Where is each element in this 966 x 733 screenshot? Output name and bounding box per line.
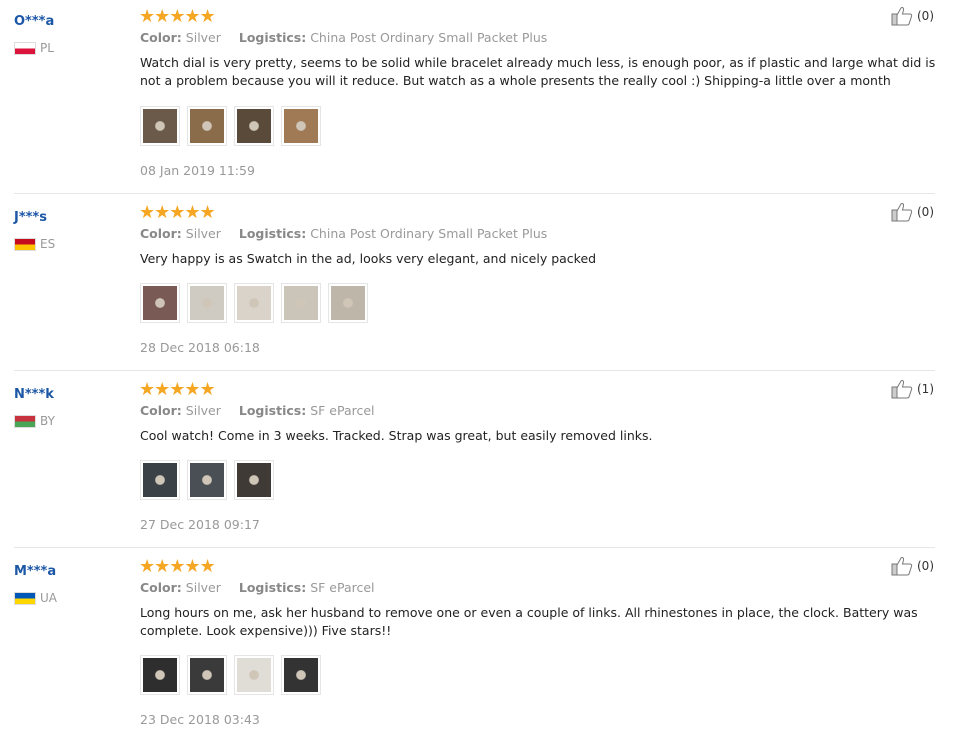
country-code: PL [40, 41, 54, 55]
photo-image [237, 463, 271, 497]
country-flag-icon [14, 237, 36, 251]
review-photo-thumbnail[interactable] [140, 106, 180, 146]
order-info: Color: Silver Logistics: SF eParcel [140, 580, 375, 595]
logistics-value: China Post Ordinary Small Packet Plus [310, 226, 548, 241]
photo-image [284, 109, 318, 143]
review-photos [140, 283, 375, 323]
star-rating: ★★★★★ [139, 6, 216, 27]
helpful-button[interactable]: (0) [891, 556, 934, 576]
review-text: Cool watch! Come in 3 weeks. Tracked. St… [140, 428, 653, 443]
country-code: BY [40, 414, 55, 428]
reviewer-name[interactable]: J***s [14, 210, 47, 225]
review-photo-thumbnail[interactable] [187, 106, 227, 146]
reviewer-country: PL [14, 41, 54, 55]
photo-image [284, 286, 318, 320]
review-photo-thumbnail[interactable] [234, 106, 274, 146]
photo-image [190, 463, 224, 497]
helpful-count: (0) [917, 205, 934, 219]
logistics-value: SF eParcel [310, 403, 375, 418]
color-label: Color: [140, 226, 182, 241]
logistics-label: Logistics: [238, 226, 307, 241]
review-photo-thumbnail[interactable] [234, 460, 274, 500]
photo-image [190, 658, 224, 692]
review-photo-thumbnail[interactable] [187, 655, 227, 695]
star-rating: ★★★★★ [139, 556, 216, 577]
review-date: 08 Jan 2019 11:59 [140, 163, 255, 178]
color-value: Silver [185, 226, 221, 241]
review-photo-thumbnail[interactable] [187, 460, 227, 500]
review-photos [140, 655, 328, 695]
reviewer-country: ES [14, 237, 55, 251]
review-date: 27 Dec 2018 09:17 [140, 517, 260, 532]
review-photo-thumbnail[interactable] [187, 283, 227, 323]
photo-image [284, 658, 318, 692]
review-photo-thumbnail[interactable] [140, 283, 180, 323]
reviewer-country: BY [14, 414, 55, 428]
thumbs-up-icon [891, 7, 913, 26]
photo-image [190, 286, 224, 320]
review-photo-thumbnail[interactable] [140, 460, 180, 500]
helpful-button[interactable]: (1) [891, 379, 934, 399]
photo-image [143, 286, 177, 320]
color-value: Silver [185, 403, 221, 418]
country-code: ES [40, 237, 56, 251]
review-divider [14, 193, 935, 194]
photo-image [237, 109, 271, 143]
review-text: Watch dial is very pretty, seems to be s… [140, 55, 936, 88]
logistics-label: Logistics: [238, 580, 307, 595]
country-code: UA [40, 591, 57, 605]
helpful-count: (1) [917, 382, 934, 396]
star-rating: ★★★★★ [139, 202, 216, 223]
order-info: Color: Silver Logistics: China Post Ordi… [140, 226, 547, 241]
review-divider [14, 370, 935, 371]
order-info: Color: Silver Logistics: China Post Ordi… [140, 30, 547, 45]
review-text: Very happy is as Swatch in the ad, looks… [140, 251, 597, 266]
reviewer-name[interactable]: N***k [14, 387, 54, 402]
review-date: 28 Dec 2018 06:18 [140, 340, 260, 355]
helpful-count: (0) [917, 9, 934, 23]
reviewer-name[interactable]: O***a [14, 14, 54, 29]
country-flag-icon [14, 414, 36, 428]
photo-image [190, 109, 224, 143]
photo-image [143, 658, 177, 692]
color-label: Color: [140, 30, 182, 45]
color-value: Silver [185, 580, 221, 595]
review-photo-thumbnail[interactable] [281, 655, 321, 695]
review-divider [14, 547, 935, 548]
helpful-button[interactable]: (0) [891, 6, 934, 26]
review-photo-thumbnail[interactable] [281, 106, 321, 146]
country-flag-icon [14, 591, 36, 605]
review-photo-thumbnail[interactable] [281, 283, 321, 323]
helpful-button[interactable]: (0) [891, 202, 934, 222]
photo-image [143, 463, 177, 497]
color-value: Silver [185, 30, 221, 45]
thumbs-up-icon [891, 557, 913, 576]
logistics-value: SF eParcel [310, 580, 375, 595]
review-photos [140, 460, 281, 500]
logistics-value: China Post Ordinary Small Packet Plus [310, 30, 548, 45]
color-label: Color: [140, 403, 182, 418]
reviewer-name[interactable]: M***a [14, 564, 56, 579]
photo-image [237, 286, 271, 320]
review-text: Long hours on me, ask her husband to rem… [140, 605, 918, 638]
thumbs-up-icon [891, 203, 913, 222]
thumbs-up-icon [891, 380, 913, 399]
review-date: 23 Dec 2018 03:43 [140, 712, 260, 727]
photo-image [143, 109, 177, 143]
review-photo-thumbnail[interactable] [234, 283, 274, 323]
photo-image [237, 658, 271, 692]
review-photo-thumbnail[interactable] [234, 655, 274, 695]
review-photo-thumbnail[interactable] [328, 283, 368, 323]
country-flag-icon [14, 41, 36, 55]
logistics-label: Logistics: [238, 30, 307, 45]
reviewer-country: UA [14, 591, 57, 605]
color-label: Color: [140, 580, 182, 595]
photo-image [331, 286, 365, 320]
order-info: Color: Silver Logistics: SF eParcel [140, 403, 375, 418]
review-photo-thumbnail[interactable] [140, 655, 180, 695]
logistics-label: Logistics: [238, 403, 307, 418]
star-rating: ★★★★★ [139, 379, 216, 400]
helpful-count: (0) [917, 559, 934, 573]
review-photos [140, 106, 328, 146]
